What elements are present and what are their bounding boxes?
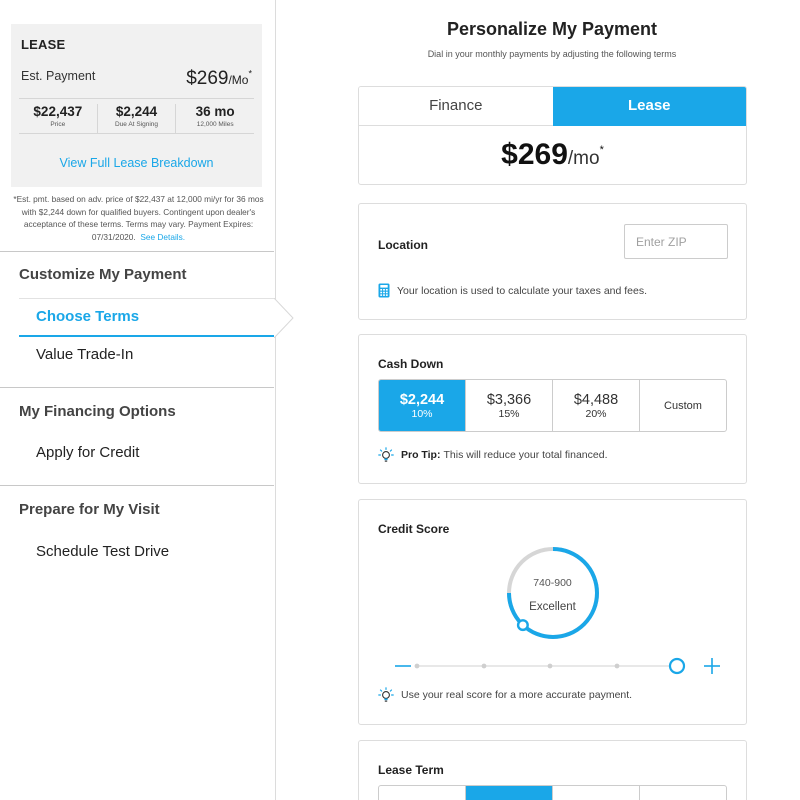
stat-due-label: Due At Signing: [115, 121, 159, 128]
sidebar-item-value-trade-in[interactable]: Value Trade-In: [36, 346, 133, 363]
lease-term-option[interactable]: [640, 786, 726, 800]
cash-down-custom-label: Custom: [664, 399, 702, 412]
section-heading-financing: My Financing Options: [19, 403, 176, 420]
lightbulb-icon: [378, 447, 394, 463]
lease-stats: $22,437 Price $2,244 Due At Signing 36 m…: [19, 104, 254, 134]
stat-term-label: 12,000 Miles: [196, 121, 234, 128]
lease-card-title: LEASE: [21, 37, 66, 52]
section-heading-visit: Prepare for My Visit: [19, 501, 160, 518]
increase-score-icon[interactable]: [704, 658, 720, 674]
lease-summary-card: LEASE Est. Payment $269/Mo* $22,437 Pric…: [11, 24, 262, 187]
active-pointer-icon: [274, 298, 294, 338]
cash-down-option-15[interactable]: $3,366 15%: [466, 380, 553, 431]
location-note: Your location is used to calculate your …: [378, 283, 647, 298]
sidebar-divider: [0, 251, 274, 252]
cash-down-option-20[interactable]: $4,488 20%: [553, 380, 640, 431]
stat-due-value: $2,244: [115, 104, 158, 119]
stat-price-label: Price: [50, 121, 66, 128]
est-payment-amount: $269: [186, 68, 229, 89]
lease-term-title: Lease Term: [378, 763, 444, 777]
sidebar-item-apply-for-credit[interactable]: Apply for Credit: [36, 444, 139, 461]
lightbulb-icon: [378, 687, 394, 703]
stat-due-at-signing: $2,244 Due At Signing: [98, 104, 177, 133]
cash-down-percent: 20%: [585, 407, 607, 420]
slider-stop[interactable]: [414, 663, 420, 669]
cash-down-percent: 15%: [498, 407, 520, 420]
slider-stop[interactable]: [481, 663, 487, 669]
cash-down-amount: $4,488: [573, 391, 619, 408]
credit-score-note-text: Use your real score for a more accurate …: [401, 689, 633, 701]
cash-down-amount: $3,366: [486, 391, 532, 408]
est-payment-mark: *: [248, 68, 252, 79]
lease-term-option[interactable]: [466, 786, 553, 800]
slider-stop[interactable]: [547, 663, 553, 669]
payment-type-toggle: Finance Lease: [359, 87, 746, 126]
credit-score-range: 740-900: [533, 577, 572, 589]
location-title: Location: [378, 238, 428, 252]
tab-finance[interactable]: Finance: [359, 87, 553, 126]
lease-term-options: [378, 785, 727, 800]
zip-input[interactable]: [624, 224, 728, 259]
cash-down-option-custom[interactable]: Custom: [640, 380, 726, 431]
sidebar-item-schedule-test-drive[interactable]: Schedule Test Drive: [36, 543, 169, 560]
stat-price: $22,437 Price: [19, 104, 98, 133]
lease-term-option[interactable]: [553, 786, 640, 800]
stat-price-value: $22,437: [33, 104, 83, 119]
gauge-knob[interactable]: [516, 619, 529, 632]
payment-type-card: Finance Lease $269/mo*: [358, 86, 747, 185]
monthly-payment-mark: *: [599, 144, 604, 156]
see-details-link[interactable]: See Details.: [140, 232, 185, 242]
pro-tip-label: Pro Tip:: [401, 449, 441, 461]
pro-tip-text: This will reduce your total financed.: [443, 449, 608, 461]
tab-lease[interactable]: Lease: [552, 87, 746, 126]
location-card: Location Your location is used to calcul…: [358, 203, 747, 320]
credit-score-note: Use your real score for a more accurate …: [378, 687, 632, 703]
location-note-text: Your location is used to calculate your …: [397, 284, 648, 297]
credit-score-label: Excellent: [529, 601, 576, 613]
cash-down-amount: $2,244: [399, 391, 445, 408]
est-payment-unit: /Mo: [228, 73, 249, 87]
lease-term-card: Lease Term: [358, 740, 747, 800]
stat-term-value: 36 mo: [195, 104, 235, 119]
slider-stop[interactable]: [614, 663, 620, 669]
monthly-payment-amount: $269: [501, 138, 568, 171]
view-lease-breakdown-link[interactable]: View Full Lease Breakdown: [11, 156, 262, 170]
cash-down-percent: 10%: [411, 407, 433, 420]
calculator-icon: [378, 283, 390, 298]
sidebar: LEASE Est. Payment $269/Mo* $22,437 Pric…: [0, 0, 294, 800]
sidebar-divider: [0, 485, 274, 486]
pro-tip: Pro Tip: This will reduce your total fin…: [378, 447, 607, 463]
lease-card-divider: [19, 98, 254, 99]
monthly-payment: $269/mo*: [359, 138, 746, 172]
monthly-payment-unit: /mo: [567, 148, 600, 169]
disclaimer-text: *Est. pmt. based on adv. price of $22,43…: [13, 194, 264, 242]
cash-down-card: Cash Down $2,244 10% $3,366 15% $4,488 2…: [358, 334, 747, 484]
sidebar-divider: [0, 387, 274, 388]
cash-down-options: $2,244 10% $3,366 15% $4,488 20% Custom: [378, 379, 727, 432]
page-title: Personalize My Payment: [446, 19, 658, 39]
lease-term-option[interactable]: [379, 786, 466, 800]
cash-down-option-10[interactable]: $2,244 10%: [379, 380, 466, 431]
cash-down-title: Cash Down: [378, 357, 444, 371]
sidebar-item-choose-terms[interactable]: Choose Terms: [19, 298, 274, 337]
page-subtitle: Dial in your monthly payments by adjusti…: [427, 49, 677, 59]
stat-term: 36 mo 12,000 Miles: [176, 104, 254, 133]
sidebar-item-label: Choose Terms: [36, 308, 140, 325]
section-heading-customize: Customize My Payment: [19, 266, 187, 283]
payment-disclaimer: *Est. pmt. based on adv. price of $22,43…: [11, 193, 266, 243]
est-payment-label: Est. Payment: [21, 69, 96, 83]
score-slider-handle[interactable]: [668, 657, 686, 675]
credit-score-card: Credit Score 740-900 Excellent Use your …: [358, 499, 747, 725]
est-payment-value: $269/Mo*: [186, 68, 252, 90]
